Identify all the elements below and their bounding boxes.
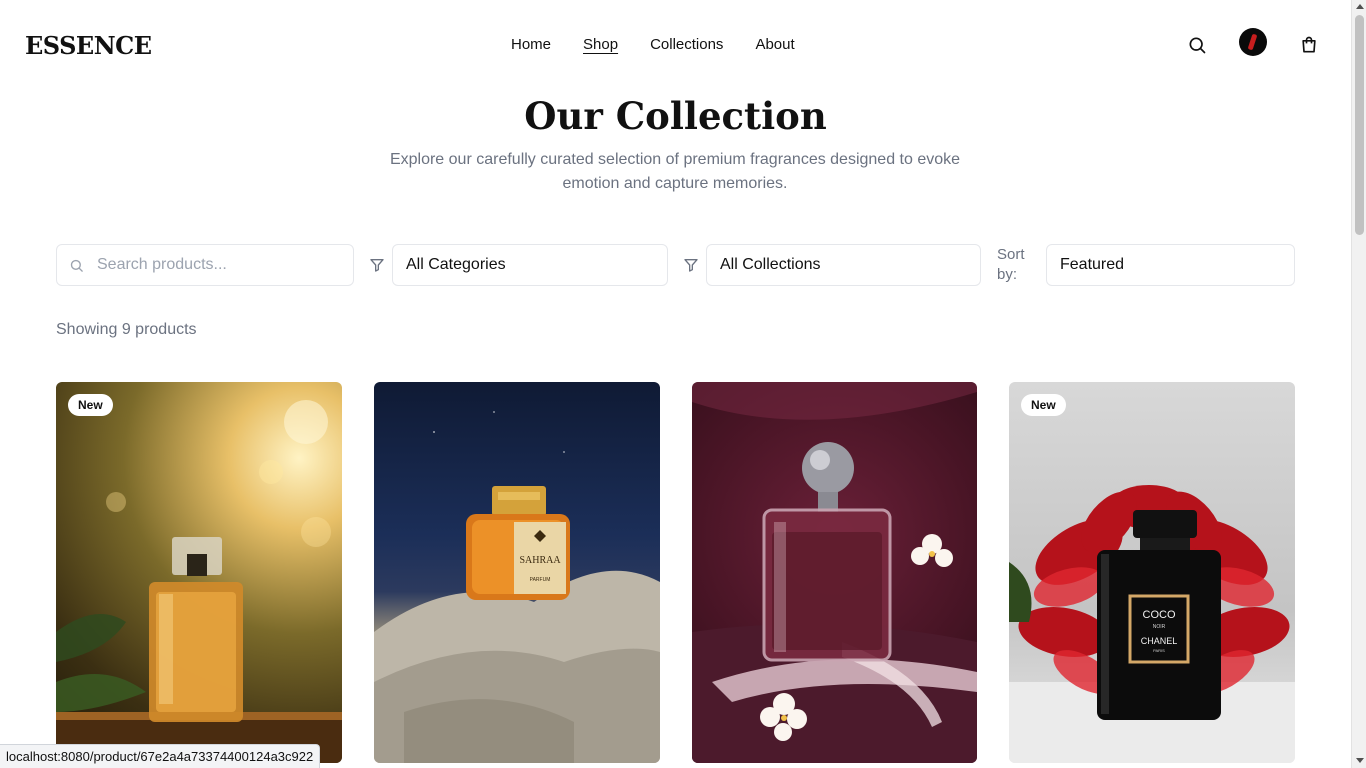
site-header: ESSENCE Home Shop Collections About [0, 0, 1351, 90]
brand-logo[interactable]: ESSENCE [25, 31, 152, 60]
new-badge: New [1021, 394, 1066, 416]
nav-about[interactable]: About [755, 36, 794, 54]
avatar[interactable] [1239, 28, 1267, 56]
page-title: Our Collection [524, 94, 827, 138]
page-subtitle: Explore our carefully curated selection … [389, 151, 961, 192]
page-scrollbar[interactable] [1351, 0, 1366, 768]
bottle-label: CHANEL [1141, 636, 1178, 646]
bottle-label: SAHRAA [519, 555, 561, 566]
filter-icon [683, 257, 699, 273]
bottle-label: COCO [1143, 609, 1176, 621]
category-select-value: All Categories [406, 256, 506, 273]
results-count: Showing 9 products [56, 321, 197, 338]
product-card[interactable]: SAHRAA PARFUM [374, 382, 660, 763]
shopping-bag-icon[interactable] [1297, 33, 1321, 57]
search-icon [69, 258, 84, 278]
sort-select-value: Featured [1060, 256, 1125, 273]
search-icon[interactable] [1185, 33, 1209, 57]
new-badge: New [68, 394, 113, 416]
nav-home[interactable]: Home [511, 36, 551, 54]
product-card[interactable]: New COCO NOIR CHANEL PARIS [1009, 382, 1295, 763]
product-card[interactable] [692, 382, 977, 763]
nav-shop[interactable]: Shop [583, 36, 618, 54]
product-image [692, 382, 977, 763]
nav-collections[interactable]: Collections [650, 36, 723, 54]
collection-select-value: All Collections [720, 256, 821, 273]
product-card[interactable]: New [56, 382, 342, 763]
scrollbar-thumb[interactable] [1355, 15, 1364, 235]
collection-select[interactable]: All Collections [706, 244, 981, 286]
sort-select[interactable]: Featured [1046, 244, 1295, 286]
main-nav: Home Shop Collections About [511, 36, 795, 54]
link-status-bar: localhost:8080/product/67e2a4a7337440012… [0, 744, 321, 768]
category-select[interactable]: All Categories [392, 244, 668, 286]
search-input[interactable] [97, 256, 337, 274]
scroll-down-arrow-icon[interactable] [1356, 758, 1364, 763]
product-image: COCO NOIR CHANEL PARIS [1009, 485, 1295, 763]
search-box [56, 244, 354, 286]
filter-icon [369, 257, 385, 273]
sort-label: Sort by: [997, 246, 1025, 283]
product-image: SAHRAA PARFUM [374, 411, 660, 763]
bottle-label: PARIS [1153, 648, 1165, 653]
scroll-up-arrow-icon[interactable] [1356, 4, 1364, 9]
bottle-sublabel: PARFUM [530, 577, 551, 583]
page-viewport: ESSENCE Home Shop Collections About Our … [0, 0, 1351, 768]
bottle-label: NOIR [1153, 624, 1166, 630]
product-image [56, 400, 342, 763]
